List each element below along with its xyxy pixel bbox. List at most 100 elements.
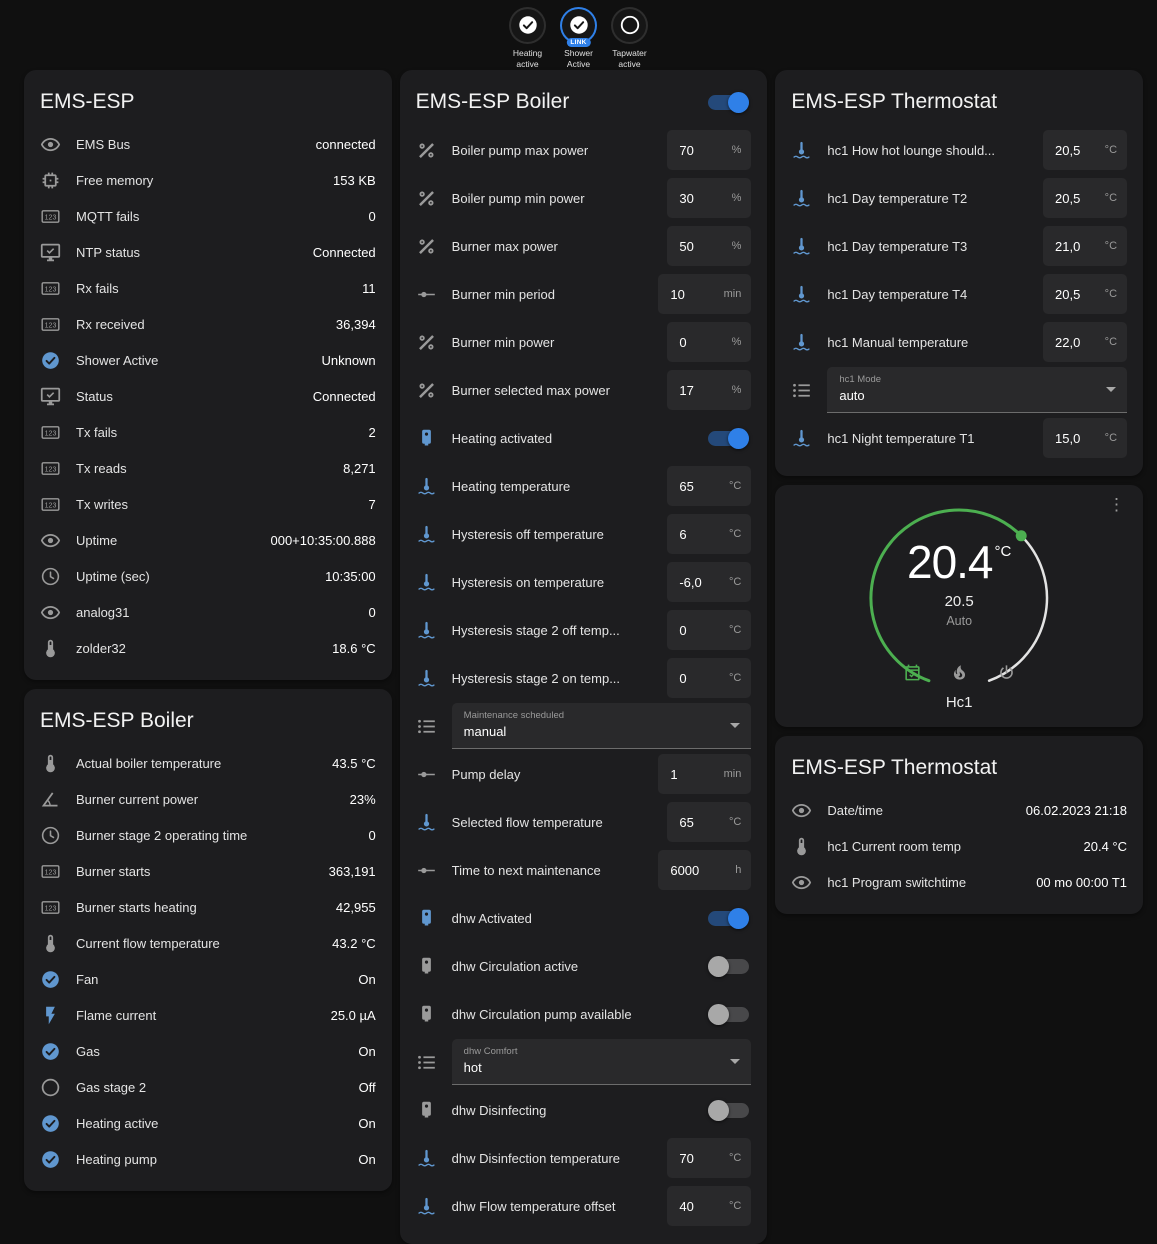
number-input[interactable]: 65°C — [667, 802, 751, 842]
select-field[interactable]: Maintenance scheduledmanual — [452, 703, 752, 749]
sensor-row[interactable]: Uptime (sec)10:35:00 — [40, 558, 376, 594]
toggle-row[interactable]: dhw Disinfecting — [416, 1086, 752, 1134]
number-row[interactable]: Hysteresis stage 2 on temp...0°C — [416, 654, 752, 702]
select-field[interactable]: dhw Comforthot — [452, 1039, 752, 1085]
number-row[interactable]: hc1 Manual temperature22,0°C — [791, 318, 1127, 366]
select-row[interactable]: dhw Comforthot — [416, 1038, 752, 1086]
sensor-row[interactable]: Actual boiler temperature43.5 °C — [40, 745, 376, 781]
toggle-row[interactable]: dhw Circulation pump available — [416, 990, 752, 1038]
number-row[interactable]: Hysteresis on temperature-6,0°C — [416, 558, 752, 606]
sensor-row[interactable]: Heating pumpOn — [40, 1141, 376, 1177]
toggle-switch[interactable] — [708, 959, 749, 974]
sensor-row[interactable]: FanOn — [40, 961, 376, 997]
sensor-row[interactable]: Free memory153 KB — [40, 162, 376, 198]
sensor-row[interactable]: GasOn — [40, 1033, 376, 1069]
number-row[interactable]: Time to next maintenance6000h — [416, 846, 752, 894]
sensor-row[interactable]: 123MQTT fails0 — [40, 198, 376, 234]
sensor-row[interactable]: StatusConnected — [40, 378, 376, 414]
toggle-switch[interactable] — [708, 911, 749, 926]
badge[interactable]: LINKShower Active — [555, 7, 603, 70]
select-field[interactable]: hc1 Modeauto — [827, 367, 1127, 413]
number-input[interactable]: 1min — [658, 754, 751, 794]
toggle-switch[interactable] — [708, 1007, 749, 1022]
number-input[interactable]: 20,5°C — [1043, 178, 1127, 218]
number-input[interactable]: 6°C — [667, 514, 751, 554]
number-input[interactable]: -6,0°C — [667, 562, 751, 602]
off-mode-icon[interactable] — [997, 663, 1016, 682]
number-input[interactable]: 21,0°C — [1043, 226, 1127, 266]
number-input[interactable]: 0°C — [667, 658, 751, 698]
thermostat-dial[interactable]: 20.4°C 20.5 Auto — [864, 503, 1054, 689]
number-row[interactable]: Selected flow temperature65°C — [416, 798, 752, 846]
sensor-row[interactable]: 123Rx received36,394 — [40, 306, 376, 342]
sensor-row[interactable]: Burner current power23% — [40, 781, 376, 817]
number-row[interactable]: Burner min period10min — [416, 270, 752, 318]
number-input[interactable]: 30% — [667, 178, 751, 218]
sensor-row[interactable]: Burner stage 2 operating time0 — [40, 817, 376, 853]
number-row[interactable]: Boiler pump max power70% — [416, 126, 752, 174]
sensor-row[interactable]: 123Burner starts heating42,955 — [40, 889, 376, 925]
number-row[interactable]: hc1 Night temperature T115,0°C — [791, 414, 1127, 462]
sensor-row[interactable]: zolder3218.6 °C — [40, 630, 376, 666]
sensor-row[interactable]: Flame current25.0 µA — [40, 997, 376, 1033]
number-input[interactable]: 0°C — [667, 610, 751, 650]
number-row[interactable]: hc1 Day temperature T420,5°C — [791, 270, 1127, 318]
number-input[interactable]: 6000h — [658, 850, 751, 890]
number-row[interactable]: Hysteresis stage 2 off temp...0°C — [416, 606, 752, 654]
number-input[interactable]: 20,5°C — [1043, 130, 1127, 170]
sensor-row[interactable]: hc1 Current room temp20.4 °C — [791, 828, 1127, 864]
number-row[interactable]: dhw Flow temperature offset40°C — [416, 1182, 752, 1230]
sensor-row[interactable]: Gas stage 2Off — [40, 1069, 376, 1105]
toggle-switch[interactable] — [708, 1103, 749, 1118]
number-row[interactable]: Burner selected max power17% — [416, 366, 752, 414]
number-row[interactable]: hc1 Day temperature T220,5°C — [791, 174, 1127, 222]
number-input[interactable]: 70% — [667, 130, 751, 170]
sensor-row[interactable]: NTP statusConnected — [40, 234, 376, 270]
card-toggle-switch[interactable] — [708, 95, 749, 110]
sensor-row[interactable]: analog310 — [40, 594, 376, 630]
more-options-icon[interactable]: ⋮ — [1102, 493, 1131, 517]
heat-mode-icon[interactable] — [950, 663, 969, 682]
sensor-row[interactable]: Date/time06.02.2023 21:18 — [791, 792, 1127, 828]
toggle-switch[interactable] — [708, 431, 749, 446]
number-unit: °C — [1105, 288, 1117, 300]
sensor-row[interactable]: 123Rx fails11 — [40, 270, 376, 306]
toggle-row[interactable]: dhw Activated — [416, 894, 752, 942]
number-input[interactable]: 17% — [667, 370, 751, 410]
number-input[interactable]: 65°C — [667, 466, 751, 506]
number-row[interactable]: Burner min power0% — [416, 318, 752, 366]
select-row[interactable]: hc1 Modeauto — [791, 366, 1127, 414]
sensor-row[interactable]: Current flow temperature43.2 °C — [40, 925, 376, 961]
sensor-row[interactable]: Shower ActiveUnknown — [40, 342, 376, 378]
select-row[interactable]: Maintenance scheduledmanual — [416, 702, 752, 750]
number-input[interactable]: 15,0°C — [1043, 418, 1127, 458]
number-input[interactable]: 10min — [658, 274, 751, 314]
sensor-row[interactable]: 123Tx reads8,271 — [40, 450, 376, 486]
sensor-row[interactable]: EMS Busconnected — [40, 126, 376, 162]
number-row[interactable]: Hysteresis off temperature6°C — [416, 510, 752, 558]
toggle-row[interactable]: Heating activated — [416, 414, 752, 462]
number-row[interactable]: Pump delay1min — [416, 750, 752, 798]
number-input[interactable]: 22,0°C — [1043, 322, 1127, 362]
number-input[interactable]: 70°C — [667, 1138, 751, 1178]
number-row[interactable]: hc1 Day temperature T321,0°C — [791, 222, 1127, 270]
sensor-row[interactable]: Heating activeOn — [40, 1105, 376, 1141]
number-input[interactable]: 0% — [667, 322, 751, 362]
number-row[interactable]: dhw Disinfection temperature70°C — [416, 1134, 752, 1182]
badge[interactable]: Tapwater active — [606, 7, 654, 70]
number-input[interactable]: 40°C — [667, 1186, 751, 1226]
number-input[interactable]: 20,5°C — [1043, 274, 1127, 314]
number-input[interactable]: 50% — [667, 226, 751, 266]
badge[interactable]: Heating active — [504, 7, 552, 70]
number-row[interactable]: Heating temperature65°C — [416, 462, 752, 510]
number-row[interactable]: Boiler pump min power30% — [416, 174, 752, 222]
sensor-row[interactable]: 123Burner starts363,191 — [40, 853, 376, 889]
number-row[interactable]: hc1 How hot lounge should...20,5°C — [791, 126, 1127, 174]
sensor-row[interactable]: Uptime000+10:35:00.888 — [40, 522, 376, 558]
sensor-row[interactable]: 123Tx fails2 — [40, 414, 376, 450]
toggle-row[interactable]: dhw Circulation active — [416, 942, 752, 990]
number-row[interactable]: Burner max power50% — [416, 222, 752, 270]
sensor-row[interactable]: hc1 Program switchtime00 mo 00:00 T1 — [791, 864, 1127, 900]
sensor-row[interactable]: 123Tx writes7 — [40, 486, 376, 522]
auto-mode-icon[interactable] — [903, 663, 922, 682]
